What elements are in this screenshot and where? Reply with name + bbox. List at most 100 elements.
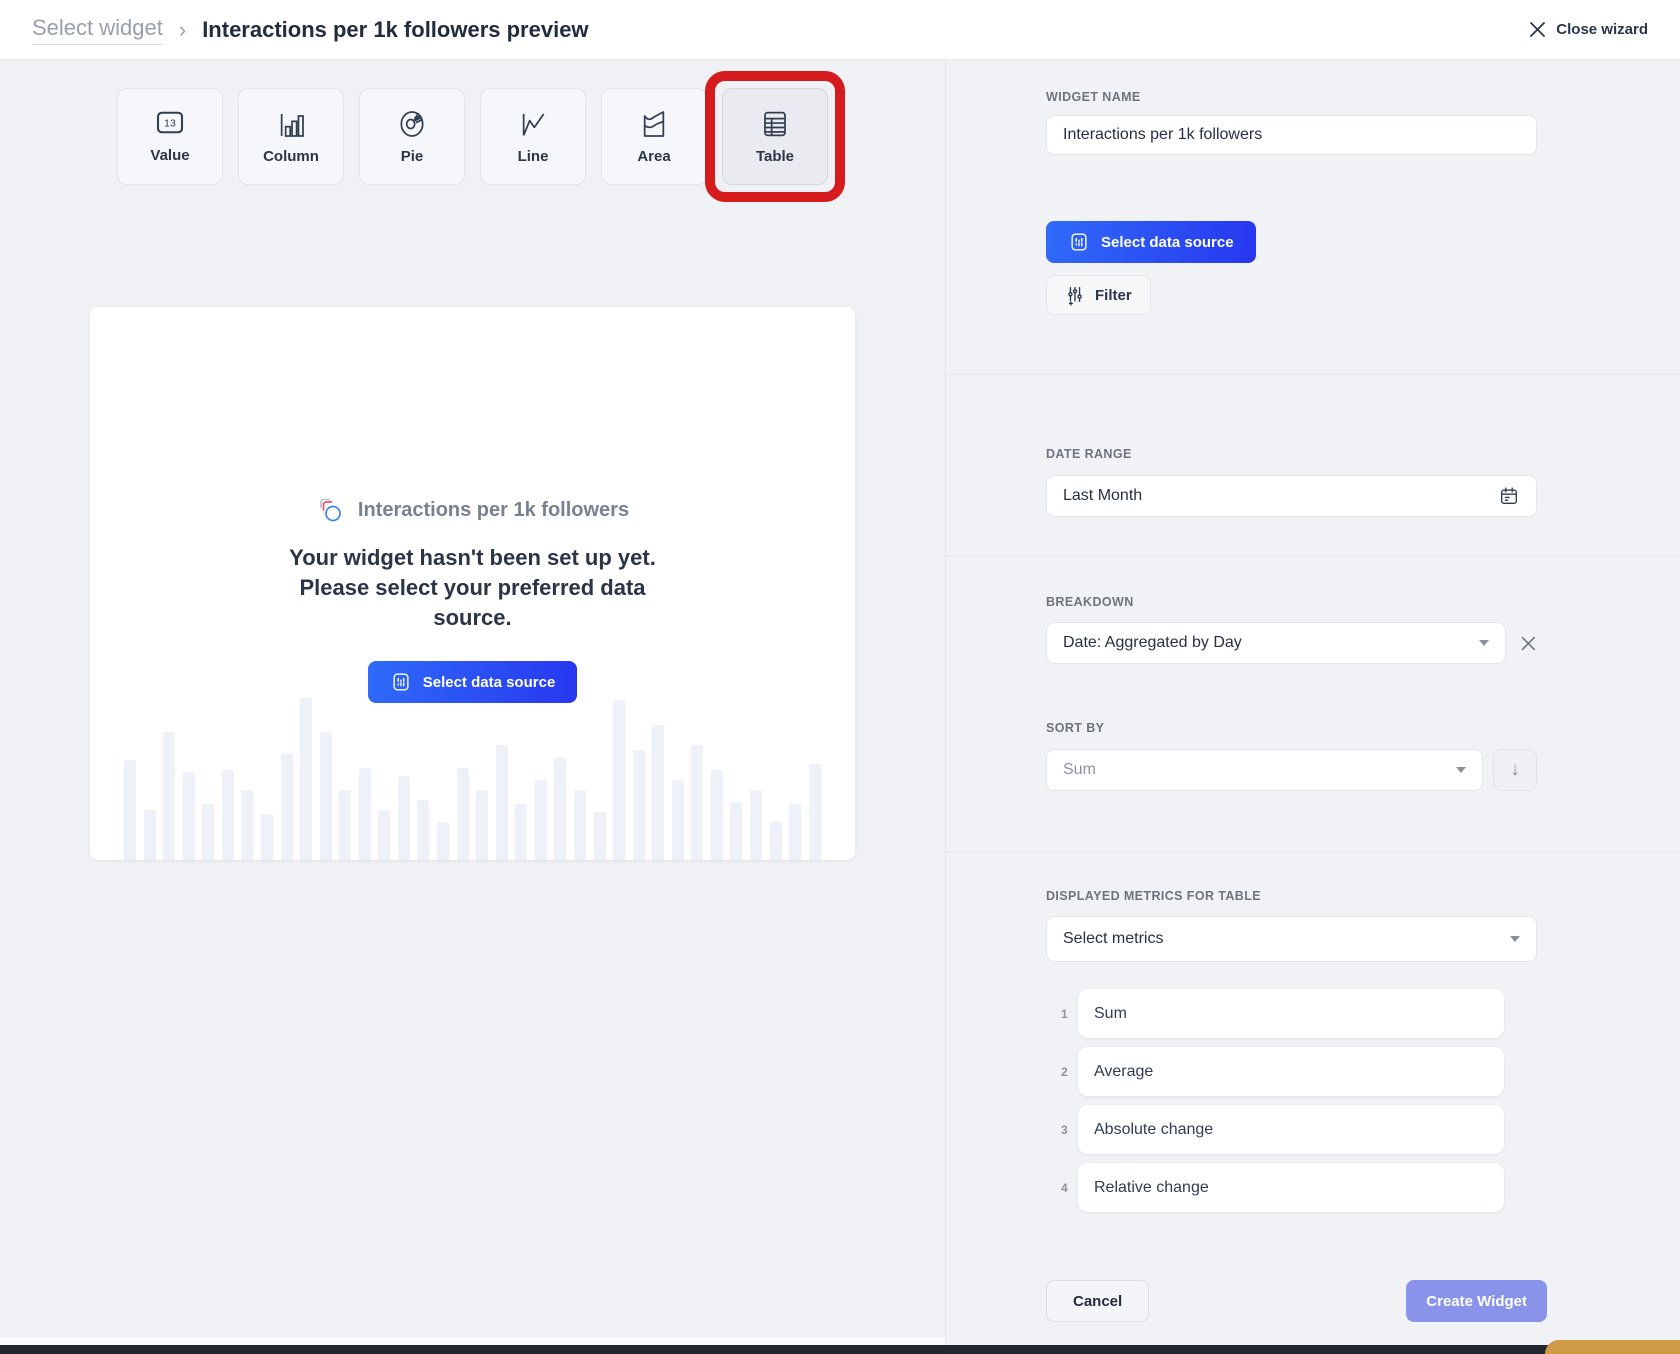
create-widget-button[interactable]: Create Widget — [1406, 1280, 1547, 1322]
filter-button[interactable]: Filter — [1046, 275, 1151, 315]
date-range-label: DATE RANGE — [1046, 447, 1537, 461]
breakdown-label: BREAKDOWN — [1046, 595, 1537, 609]
decorative-bar — [476, 790, 488, 860]
close-wizard-button[interactable]: Close wizard — [1529, 21, 1648, 38]
metric-index: 2 — [1046, 1065, 1078, 1079]
widget-type-area[interactable]: Area — [601, 88, 707, 185]
decorative-bar — [652, 725, 664, 860]
wizard-main-panel: 13 Value Column Pie — [0, 60, 945, 1354]
sidebar-divider — [946, 556, 1680, 557]
breakdown-select[interactable]: Date: Aggregated by Day — [1046, 622, 1506, 664]
decorative-bar — [124, 760, 136, 860]
metrics-select[interactable]: Select metrics — [1046, 916, 1537, 962]
decorative-bar — [711, 770, 723, 860]
widget-type-label: Pie — [401, 148, 424, 165]
metric-index: 3 — [1046, 1123, 1078, 1137]
widget-type-line[interactable]: Line — [480, 88, 586, 185]
arrow-down-icon: ↓ — [1510, 759, 1520, 781]
sort-direction-button[interactable]: ↓ — [1493, 749, 1537, 791]
decorative-bar — [789, 804, 801, 860]
widget-type-pie[interactable]: Pie — [359, 88, 465, 185]
widget-type-column[interactable]: Column — [238, 88, 344, 185]
sidebar-divider — [946, 851, 1680, 852]
value-icon: 13 — [152, 109, 188, 139]
select-data-source-label: Select data source — [423, 674, 556, 691]
metric-card-relative-change[interactable]: Relative change — [1078, 1163, 1504, 1212]
decorative-bar — [809, 764, 821, 860]
decorative-bar — [515, 804, 527, 860]
sort-by-select[interactable]: Sum — [1046, 749, 1483, 791]
select-data-source-button-sidebar[interactable]: Select data source — [1046, 221, 1256, 263]
metric-card-absolute-change[interactable]: Absolute change — [1078, 1105, 1504, 1154]
line-chart-icon — [516, 108, 550, 140]
table-icon — [758, 108, 792, 140]
bottom-edge-strip — [0, 1345, 1680, 1354]
decorative-bar — [554, 758, 566, 860]
chevron-right-icon: › — [179, 17, 186, 43]
widget-type-table[interactable]: Table — [722, 88, 828, 185]
decorative-bar — [378, 810, 390, 860]
decorative-bar — [261, 814, 273, 860]
decorative-bar — [633, 750, 645, 860]
chevron-down-icon — [1479, 640, 1489, 646]
widget-type-table-wrapper: Table — [722, 88, 828, 185]
sort-by-value: Sum — [1063, 761, 1096, 779]
breadcrumb-select-widget[interactable]: Select widget — [32, 15, 163, 45]
decorative-bar — [202, 804, 214, 860]
preview-empty-message: Your widget hasn't been set up yet. Plea… — [263, 543, 683, 633]
chevron-down-icon — [1456, 767, 1466, 773]
widget-name-input[interactable] — [1046, 115, 1537, 155]
metric-row: 4 Relative change — [1046, 1163, 1537, 1212]
filter-sliders-icon — [1065, 284, 1085, 306]
breakdown-value: Date: Aggregated by Day — [1063, 634, 1242, 652]
page-title: Interactions per 1k followers preview — [202, 17, 588, 43]
sort-by-label: SORT BY — [1046, 721, 1537, 735]
metric-label: Sum — [1094, 1005, 1127, 1023]
preview-widget-title: Interactions per 1k followers — [358, 499, 629, 522]
decorative-bar — [144, 810, 156, 860]
decorative-bar — [457, 768, 469, 860]
preview-empty-state: Interactions per 1k followers Your widge… — [90, 307, 855, 703]
widget-logo-icon — [316, 495, 346, 525]
widget-type-label: Value — [150, 147, 189, 164]
column-chart-icon — [274, 108, 308, 140]
widget-type-label: Column — [263, 148, 319, 165]
svg-text:13: 13 — [164, 117, 176, 129]
decorative-bar — [339, 790, 351, 860]
sidebar-footer: Cancel Create Widget — [1046, 1280, 1547, 1322]
metric-row: 2 Average — [1046, 1047, 1537, 1096]
metric-label: Average — [1094, 1063, 1153, 1081]
decorative-bar — [281, 754, 293, 860]
decorative-bar — [613, 700, 625, 860]
breakdown-remove-icon[interactable] — [1520, 635, 1537, 652]
decorative-bar — [417, 800, 429, 860]
date-range-select[interactable]: Last Month — [1046, 475, 1537, 517]
decorative-bar — [750, 790, 762, 860]
cancel-button[interactable]: Cancel — [1046, 1280, 1149, 1322]
metric-card-sum[interactable]: Sum — [1078, 989, 1504, 1038]
widget-type-selector: 13 Value Column Pie — [0, 88, 945, 185]
decorative-bar — [163, 732, 175, 860]
decorative-bar — [691, 745, 703, 860]
select-data-source-button-preview[interactable]: Select data source — [368, 661, 578, 703]
widget-type-value[interactable]: 13 Value — [117, 88, 223, 185]
metric-card-average[interactable]: Average — [1078, 1047, 1504, 1096]
metric-label: Relative change — [1094, 1179, 1209, 1197]
wizard-header: Select widget › Interactions per 1k foll… — [0, 0, 1680, 60]
decorative-bar — [359, 768, 371, 860]
decorative-bar — [300, 698, 312, 860]
decorative-bar — [437, 822, 449, 860]
widget-type-label: Table — [756, 148, 794, 165]
decorative-bar — [398, 776, 410, 860]
decorative-bar — [222, 770, 234, 860]
widget-name-label: WIDGET NAME — [1046, 90, 1537, 104]
decorative-bar — [574, 790, 586, 860]
bottom-light-strip — [0, 1337, 945, 1345]
widget-preview-card: Interactions per 1k followers Your widge… — [90, 307, 855, 860]
pie-chart-icon — [395, 108, 429, 140]
decorative-bar — [535, 780, 547, 860]
amber-corner-decoration — [1545, 1340, 1680, 1354]
decorative-bar — [770, 822, 782, 860]
metric-index: 1 — [1046, 1007, 1078, 1021]
wizard-settings-sidebar: WIDGET NAME Select data source Filter DA… — [945, 60, 1680, 1354]
